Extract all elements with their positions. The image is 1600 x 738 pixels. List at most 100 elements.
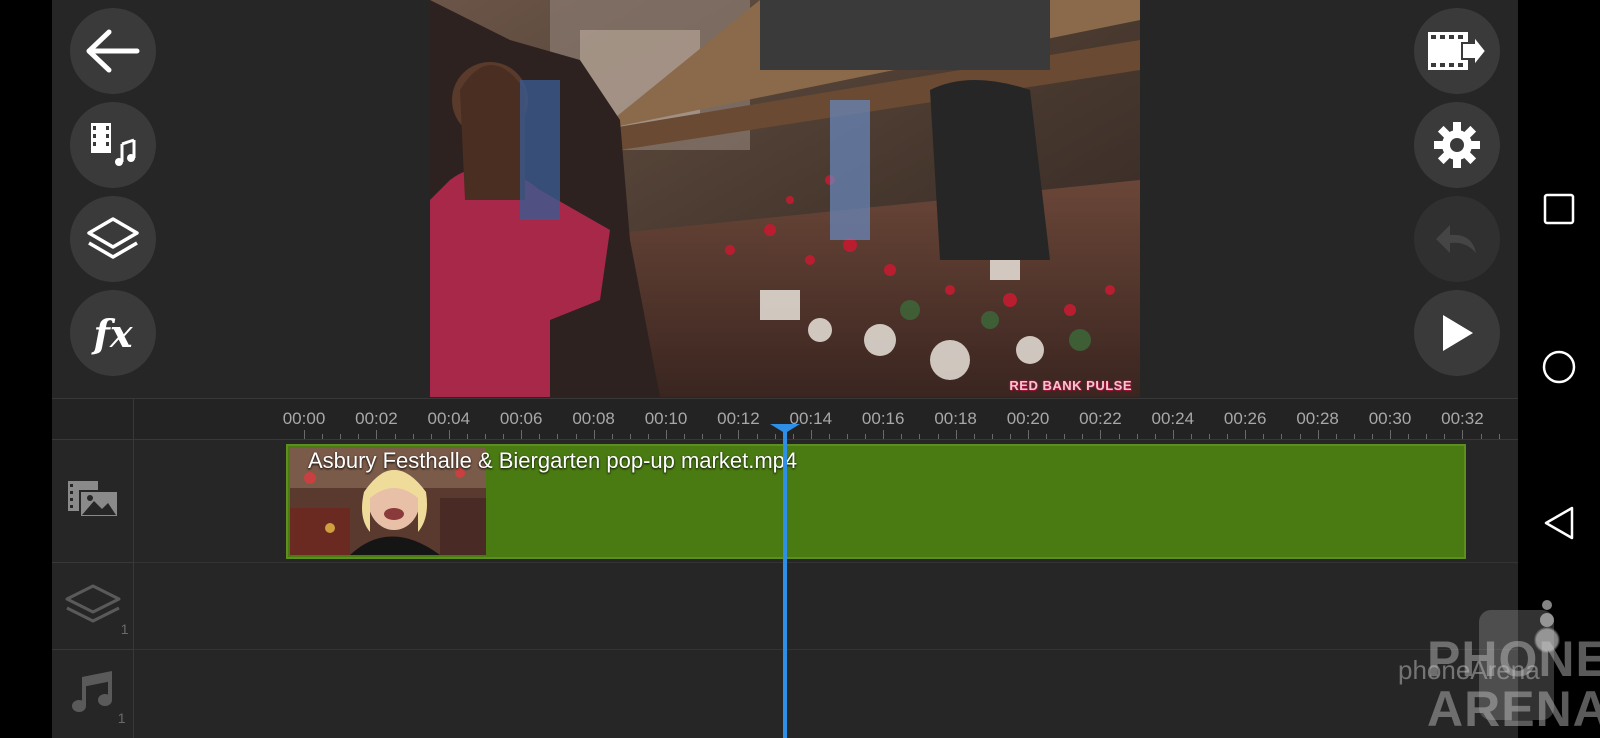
preview-frame-image	[430, 0, 1140, 397]
ruler-tick	[485, 434, 486, 439]
ruler-tick	[1335, 434, 1337, 439]
gear-icon	[1432, 120, 1482, 170]
ruler-tick	[738, 430, 740, 439]
ruler-gutter	[52, 399, 134, 439]
home-button[interactable]	[1540, 350, 1578, 388]
play-button[interactable]	[1414, 290, 1500, 376]
ruler-tick	[774, 434, 776, 439]
ruler-tick	[847, 434, 848, 439]
layer-track-header[interactable]: 1	[52, 563, 134, 650]
ruler-tick	[1046, 434, 1048, 439]
ruler-tick	[1353, 434, 1355, 439]
layers-icon	[85, 215, 141, 263]
ruler-tick	[810, 430, 812, 439]
media-button[interactable]	[70, 102, 156, 188]
ruler-tick	[1064, 434, 1066, 439]
square-icon	[1543, 193, 1575, 230]
ruler-tick	[340, 434, 342, 439]
ruler-tick	[684, 434, 686, 439]
ruler-tick	[702, 434, 704, 439]
ruler-tick	[973, 434, 975, 439]
ruler-tick	[466, 434, 468, 439]
undo-button[interactable]	[1414, 196, 1500, 282]
ruler-tick	[919, 434, 921, 439]
ruler-tick	[539, 434, 541, 439]
phonearena-line2: ARENA	[1427, 681, 1600, 737]
ruler-tick-label: 00:04	[427, 409, 471, 428]
ruler-tick	[503, 434, 505, 439]
ruler-tick	[1172, 430, 1174, 439]
clip-title: Asbury Festhalle & Biergarten pop-up mar…	[308, 448, 798, 473]
ruler-tick	[1299, 434, 1301, 439]
ruler-tick	[304, 430, 305, 439]
layer-track-row[interactable]	[134, 563, 1518, 650]
ruler-tick	[575, 434, 577, 439]
ruler-tick	[1118, 434, 1120, 439]
ruler-tick	[322, 434, 324, 439]
ruler-tick	[557, 434, 559, 439]
triangle-back-icon	[1542, 505, 1576, 546]
ruler-tick	[666, 430, 667, 439]
ruler-tick	[955, 430, 957, 439]
system-back-button[interactable]	[1540, 506, 1578, 544]
media-track-icon	[66, 479, 120, 524]
ruler-tick	[1371, 434, 1373, 439]
preview-watermark: RED BANK PULSE	[1009, 378, 1132, 393]
recents-button[interactable]	[1540, 192, 1578, 230]
ruler-tick	[521, 430, 523, 439]
ruler-tick	[647, 434, 649, 439]
ruler-tick	[1498, 434, 1500, 439]
ruler-tick-label: 00:06	[499, 409, 543, 428]
playhead-handle[interactable]	[770, 424, 800, 432]
ruler-tick	[1227, 434, 1229, 439]
ruler-tick-label: 00:02	[355, 409, 398, 428]
ruler-tick	[991, 434, 993, 439]
playhead[interactable]	[783, 427, 787, 738]
back-button[interactable]	[70, 8, 156, 94]
video-editor-app: fx RED BANK PULSE 00:00 00:02 00:04 00:0…	[52, 0, 1518, 738]
media-track-header[interactable]	[52, 440, 134, 563]
ruler-tick	[828, 434, 830, 439]
ruler-tick-label: 00:20	[1006, 409, 1050, 428]
video-clip[interactable]: Asbury Festhalle & Biergarten pop-up mar…	[286, 444, 1466, 559]
ruler-tick	[1028, 430, 1029, 439]
ruler-tick	[394, 434, 396, 439]
ruler-tick-label: 00:22	[1079, 409, 1122, 428]
film-music-icon	[88, 120, 138, 170]
ruler-tick	[1009, 434, 1011, 439]
ruler-tick-label: 00:32	[1441, 409, 1484, 428]
ruler-tick-label: 00:08	[572, 409, 615, 428]
ruler-tick	[1444, 434, 1446, 439]
audio-track-header[interactable]: 1	[52, 650, 134, 738]
ruler-tick	[1136, 434, 1138, 439]
ruler-tick-label: 00:30	[1368, 409, 1412, 428]
ruler-tick	[358, 434, 360, 439]
ruler-tick-label: 00:28	[1296, 409, 1339, 428]
ruler-tick	[865, 434, 867, 439]
layer-track-icon: 1	[63, 582, 129, 637]
effects-button[interactable]: fx	[70, 290, 156, 376]
layers-button[interactable]	[70, 196, 156, 282]
ruler-tick	[937, 434, 939, 439]
ruler-tick	[1100, 430, 1102, 439]
circle-icon	[1541, 349, 1577, 390]
ruler-tick	[593, 430, 595, 439]
ruler-tick	[1263, 434, 1265, 439]
fx-icon: fx	[93, 310, 133, 356]
ruler-tick	[448, 430, 450, 439]
ruler-tick	[611, 434, 613, 439]
layer-track-count-badge: 1	[120, 620, 129, 637]
ruler-tick	[1462, 430, 1464, 439]
ruler-tick	[901, 434, 903, 439]
export-button[interactable]	[1414, 8, 1500, 94]
audio-track-row[interactable]	[134, 650, 1518, 738]
ruler-tick	[1154, 434, 1156, 439]
ruler-tick-label: 00:16	[861, 409, 905, 428]
ruler-tick	[756, 434, 758, 439]
undo-icon	[1432, 219, 1482, 259]
settings-button[interactable]	[1414, 102, 1500, 188]
play-icon	[1437, 311, 1477, 355]
video-preview[interactable]: RED BANK PULSE	[430, 0, 1140, 397]
ruler-tick	[1480, 434, 1482, 439]
arrow-left-icon	[85, 29, 141, 73]
